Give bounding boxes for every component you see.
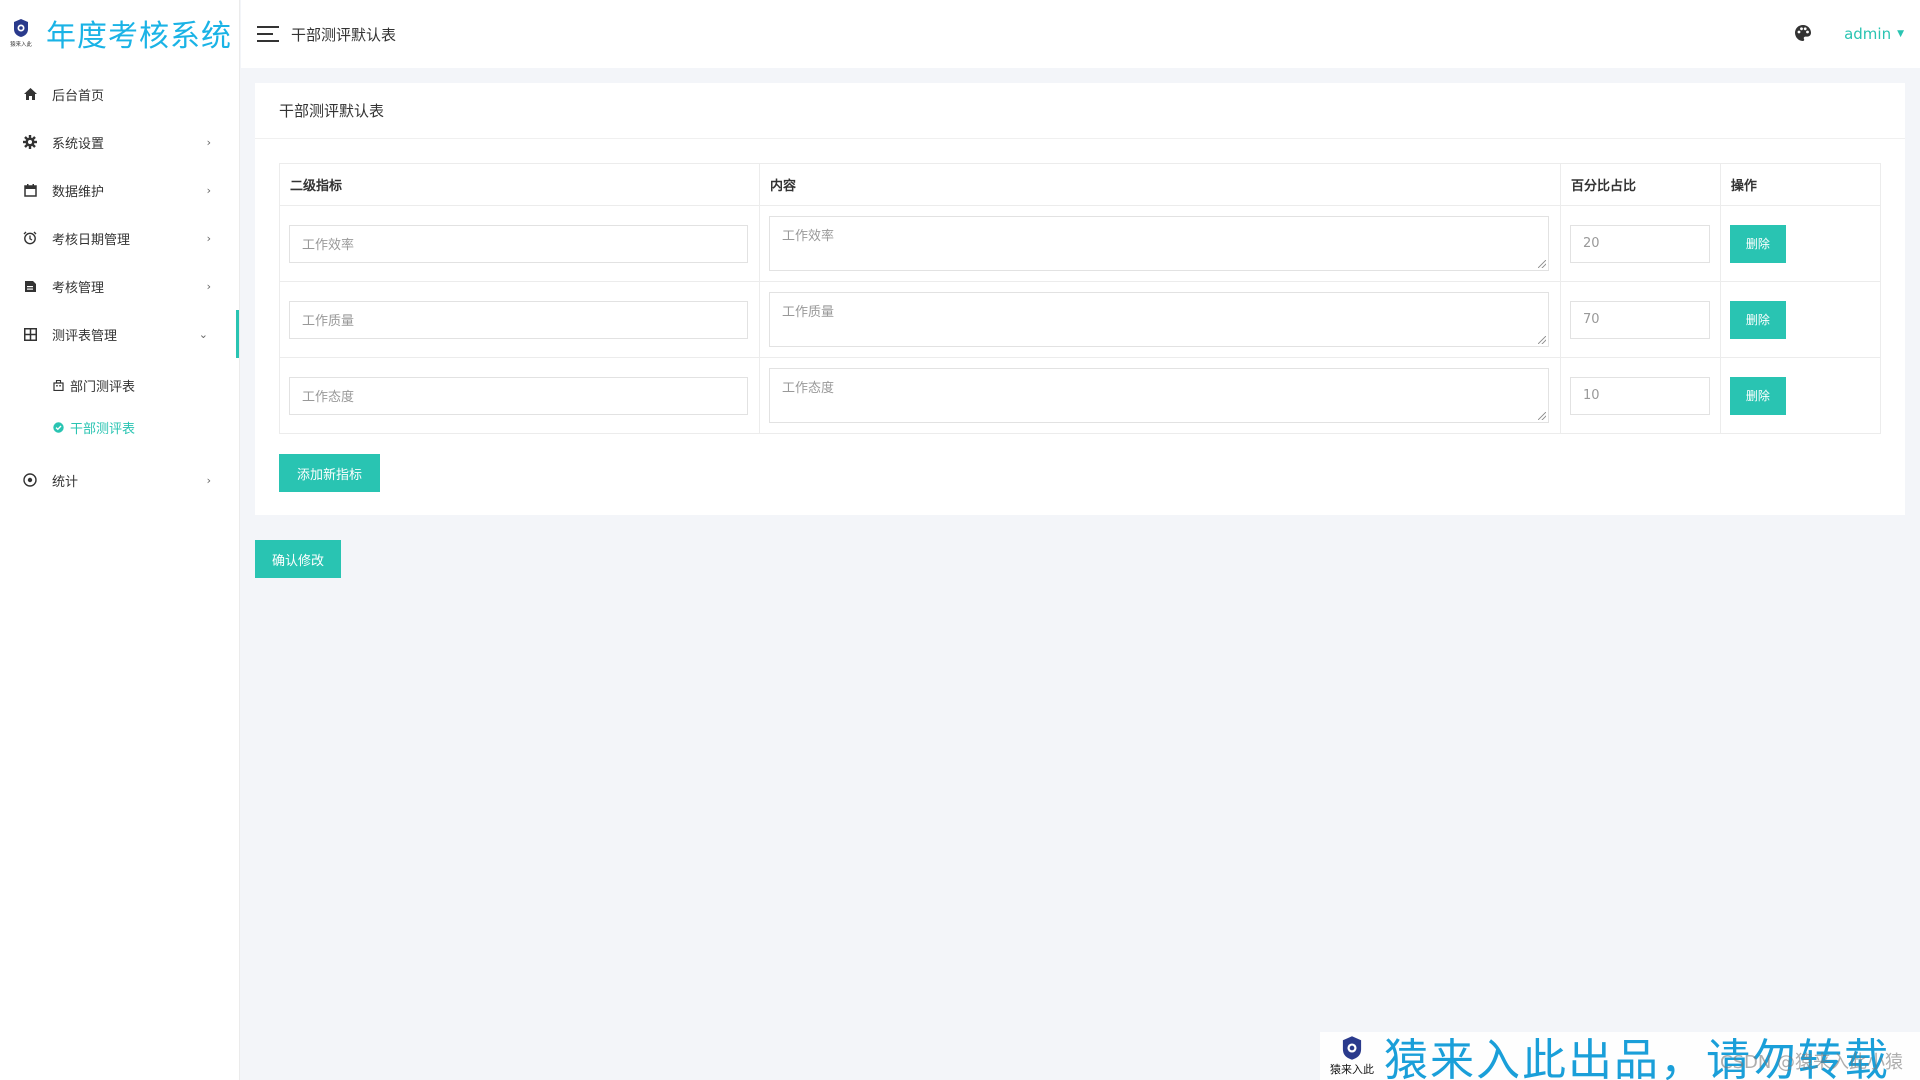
- sidebar-item-evaluation-table-management[interactable]: 测评表管理 ⌄: [0, 310, 239, 358]
- content-textarea[interactable]: 工作态度: [768, 368, 1549, 423]
- watermark-logo-text: 猿来入此: [1330, 1063, 1374, 1076]
- evaluation-card: 干部测评默认表 二级指标 内容 百分比占比 操作 工作效率 工作效率 20 删除: [255, 83, 1905, 515]
- chevron-right-icon: ›: [206, 279, 211, 293]
- grid-icon: [22, 326, 38, 342]
- chevron-right-icon: ›: [206, 183, 211, 197]
- shield-logo-icon: [14, 19, 28, 37]
- brand-logo-text: 猿来入此: [10, 41, 32, 48]
- chevron-right-icon: ›: [206, 473, 211, 487]
- resize-handle-icon[interactable]: [1537, 412, 1546, 420]
- column-header-indicator: 二级指标: [279, 163, 760, 206]
- menu-toggle-icon[interactable]: [257, 26, 279, 42]
- username: admin: [1844, 25, 1892, 43]
- brand-title: 年度考核系统: [46, 19, 232, 54]
- content-text: 工作效率: [781, 229, 834, 244]
- percent-input[interactable]: 70: [1569, 300, 1710, 339]
- caret-down-icon: ▼: [1897, 29, 1904, 39]
- sidebar-item-label: 后台首页: [52, 88, 105, 104]
- sidebar-subitem-label: 部门测评表: [70, 379, 136, 395]
- submenu-container: 部门测评表 干部测评表: [0, 358, 239, 456]
- sidebar: 猿来入此 年度考核系统 后台首页 系统设置 › 数据维护 › 考核日期管理 › …: [0, 0, 240, 1080]
- topbar-right: admin ▼: [1794, 0, 1904, 68]
- sidebar-menu: 后台首页 系统设置 › 数据维护 › 考核日期管理 › 考核管理 › 测评表管理…: [0, 70, 239, 504]
- sidebar-item-assessment-management[interactable]: 考核管理 ›: [0, 262, 239, 310]
- chevron-right-icon: ›: [206, 135, 211, 149]
- table-row: 工作质量 工作质量 70 删除: [279, 281, 1882, 358]
- sidebar-subitem-label: 干部测评表: [70, 421, 136, 437]
- column-header-content: 内容: [758, 163, 1561, 206]
- sidebar-item-system-settings[interactable]: 系统设置 ›: [0, 118, 239, 166]
- check-circle-icon: [52, 421, 64, 433]
- content-textarea[interactable]: 工作质量: [768, 292, 1549, 347]
- delete-button[interactable]: 删除: [1729, 376, 1786, 415]
- calendar-icon: [22, 182, 38, 198]
- content-text: 工作态度: [781, 381, 834, 396]
- content-text: 工作质量: [781, 305, 834, 320]
- brand: 猿来入此 年度考核系统: [0, 0, 239, 66]
- column-header-action: 操作: [1719, 163, 1882, 206]
- sidebar-item-label: 考核日期管理: [52, 232, 131, 248]
- chevron-right-icon: ›: [206, 231, 211, 245]
- resize-handle-icon[interactable]: [1537, 336, 1546, 344]
- alarm-clock-icon: [22, 230, 38, 246]
- topbar: 干部测评默认表 admin ▼: [241, 0, 1920, 68]
- resize-handle-icon[interactable]: [1537, 260, 1546, 268]
- sidebar-item-date-management[interactable]: 考核日期管理 ›: [0, 214, 239, 262]
- sidebar-subitem-department-evaluation[interactable]: 部门测评表: [0, 364, 239, 406]
- card-body: 二级指标 内容 百分比占比 操作 工作效率 工作效率 20 删除 工作质量 工作…: [255, 139, 1905, 492]
- indicator-input[interactable]: 工作效率: [289, 224, 748, 263]
- user-menu[interactable]: admin ▼: [1844, 25, 1904, 43]
- table-row: 工作态度 工作态度 10 删除: [279, 357, 1882, 434]
- confirm-button[interactable]: 确认修改: [255, 540, 341, 578]
- sidebar-item-data-maintenance[interactable]: 数据维护 ›: [0, 166, 239, 214]
- watermark-csdn: CSDN @猿来入此小猿: [1720, 1052, 1904, 1073]
- sidebar-subitem-cadre-evaluation[interactable]: 干部测评表: [0, 406, 239, 448]
- home-icon: [22, 86, 38, 102]
- gear-icon: [22, 134, 38, 150]
- delete-button[interactable]: 删除: [1729, 300, 1786, 339]
- chevron-down-icon: ⌄: [198, 327, 208, 341]
- sidebar-item-label: 考核管理: [52, 280, 105, 296]
- percent-input[interactable]: 20: [1569, 224, 1710, 263]
- indicator-input[interactable]: 工作质量: [289, 300, 748, 339]
- indicator-input[interactable]: 工作态度: [289, 376, 748, 415]
- indicator-table: 二级指标 内容 百分比占比 操作 工作效率 工作效率 20 删除 工作质量 工作…: [279, 163, 1882, 434]
- watermark-logo: 猿来入此: [1320, 1032, 1384, 1080]
- palette-icon[interactable]: [1794, 24, 1814, 44]
- sidebar-item-label: 测评表管理: [52, 328, 118, 344]
- column-header-percent: 百分比占比: [1559, 163, 1721, 206]
- submenu: 部门测评表 干部测评表: [0, 358, 239, 456]
- table-header-row: 二级指标 内容 百分比占比 操作: [279, 163, 1882, 206]
- content-textarea[interactable]: 工作效率: [768, 216, 1549, 271]
- sidebar-item-label: 数据维护: [52, 184, 105, 200]
- brand-logo: 猿来入此: [4, 15, 38, 51]
- target-icon: [22, 472, 38, 488]
- page-title: 干部测评默认表: [291, 25, 397, 44]
- sidebar-item-label: 系统设置: [52, 136, 105, 152]
- delete-button[interactable]: 删除: [1729, 224, 1786, 263]
- shield-logo-icon: [1342, 1036, 1362, 1060]
- sidebar-item-statistics[interactable]: 统计 ›: [0, 456, 239, 504]
- watermark: 猿来入此 猿来入此出品，请勿转载 CSDN @猿来入此小猿: [1320, 1032, 1920, 1080]
- table-row: 工作效率 工作效率 20 删除: [279, 205, 1882, 282]
- sidebar-item-label: 统计: [52, 474, 79, 490]
- document-icon: [22, 278, 38, 294]
- card-title: 干部测评默认表: [255, 83, 1905, 139]
- percent-input[interactable]: 10: [1569, 376, 1710, 415]
- add-indicator-button[interactable]: 添加新指标: [279, 454, 380, 492]
- building-icon: [52, 379, 64, 391]
- sidebar-item-home[interactable]: 后台首页: [0, 70, 239, 118]
